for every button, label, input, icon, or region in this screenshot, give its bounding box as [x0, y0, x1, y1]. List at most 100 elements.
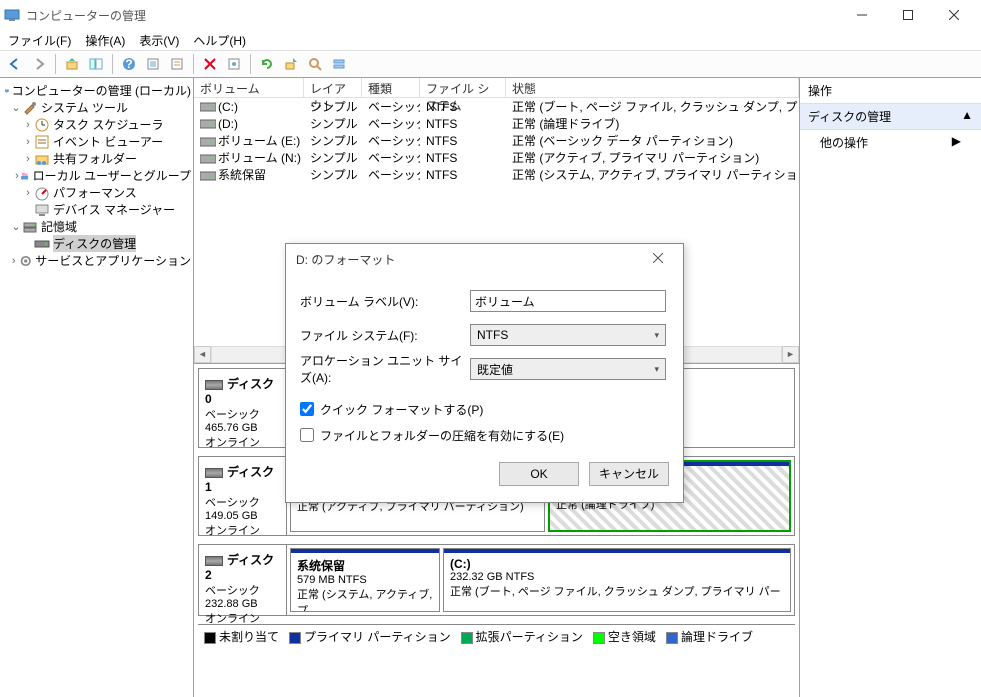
- tree-event-viewer[interactable]: › イベント ビューアー: [2, 133, 191, 150]
- users-icon: [20, 168, 29, 184]
- chevron-right-icon: ▶: [952, 134, 961, 151]
- legend: 未割り当て プライマリ パーティション 拡張パーティション 空き領域 論理ドライ…: [198, 624, 795, 648]
- col-volume[interactable]: ボリューム: [194, 78, 304, 97]
- svg-text:?: ?: [125, 57, 132, 71]
- find-button[interactable]: [304, 53, 326, 75]
- filesystem-label: ファイル システム(F):: [300, 327, 470, 344]
- disk-icon: [205, 380, 223, 390]
- tree-root[interactable]: コンピューターの管理 (ローカル): [2, 82, 191, 99]
- menu-file[interactable]: ファイル(F): [8, 32, 71, 49]
- delete-button[interactable]: [199, 53, 221, 75]
- dialog-title: D: のフォーマット: [296, 251, 643, 268]
- list-button[interactable]: [166, 53, 188, 75]
- volume-label-label: ボリューム ラベル(V):: [300, 293, 470, 310]
- col-fs[interactable]: ファイル システム: [420, 78, 506, 97]
- properties-button[interactable]: [142, 53, 164, 75]
- tree-performance[interactable]: › パフォーマンス: [2, 184, 191, 201]
- collapse-icon: ▲: [961, 108, 973, 125]
- up-button[interactable]: [61, 53, 83, 75]
- legend-extended: 拡張パーティション: [461, 628, 583, 645]
- disk-mgmt-icon: [34, 236, 50, 252]
- menu-action[interactable]: 操作(A): [85, 32, 125, 49]
- legend-unallocated: 未割り当て: [204, 628, 279, 645]
- window-title: コンピューターの管理: [26, 7, 839, 24]
- col-layout[interactable]: レイアウト: [304, 78, 362, 97]
- chevron-down-icon: ▾: [654, 364, 659, 375]
- scroll-left-arrow[interactable]: ◄: [194, 346, 211, 363]
- tree-services-apps[interactable]: › サービスとアプリケーション: [2, 252, 191, 269]
- menu-bar: ファイル(F) 操作(A) 表示(V) ヘルプ(H): [0, 30, 981, 50]
- back-button[interactable]: [4, 53, 26, 75]
- close-button[interactable]: [931, 0, 977, 30]
- volume-row[interactable]: (C:)シンプルベーシックNTFS正常 (ブート, ページ ファイル, クラッシ…: [194, 98, 799, 115]
- tree-storage[interactable]: ⌄ 記憶域: [2, 218, 191, 235]
- title-bar: コンピューターの管理: [0, 0, 981, 30]
- legend-logical: 論理ドライブ: [666, 628, 753, 645]
- tools-icon: [22, 100, 38, 116]
- view-button[interactable]: [328, 53, 350, 75]
- dialog-titlebar: D: のフォーマット: [286, 244, 683, 274]
- volume-row[interactable]: (D:)シンプルベーシックNTFS正常 (論理ドライブ): [194, 115, 799, 132]
- export-button[interactable]: [280, 53, 302, 75]
- actions-item[interactable]: 他の操作 ▶: [800, 130, 981, 155]
- refresh-button[interactable]: [256, 53, 278, 75]
- quick-format-label: クイック フォーマットする(P): [320, 401, 483, 418]
- tree-shared-folders[interactable]: › 共有フォルダー: [2, 150, 191, 167]
- disk-block: ディスク 2 ベーシック 232.88 GB オンライン 系统保留 579 MB…: [198, 544, 795, 616]
- show-hide-tree-button[interactable]: [85, 53, 107, 75]
- col-type[interactable]: 種類: [362, 78, 420, 97]
- disk-icon: [205, 556, 223, 566]
- maximize-button[interactable]: [885, 0, 931, 30]
- event-icon: [34, 134, 50, 150]
- device-icon: [34, 202, 50, 218]
- chevron-down-icon: ▾: [654, 330, 659, 341]
- menu-help[interactable]: ヘルプ(H): [193, 32, 246, 49]
- compress-checkbox[interactable]: [300, 428, 314, 442]
- performance-icon: [34, 185, 50, 201]
- volume-label-input[interactable]: [470, 290, 666, 312]
- menu-view[interactable]: 表示(V): [139, 32, 179, 49]
- forward-button[interactable]: [28, 53, 50, 75]
- scroll-right-arrow[interactable]: ►: [782, 346, 799, 363]
- toolbar: ?: [0, 50, 981, 78]
- allocation-label: アロケーション ユニット サイズ(A):: [300, 352, 470, 386]
- filesystem-select[interactable]: NTFS▾: [470, 324, 666, 346]
- volume-list-header: ボリューム レイアウト 種類 ファイル システム 状態: [194, 78, 799, 98]
- disk-label[interactable]: ディスク 1 ベーシック 149.05 GB オンライン: [199, 457, 287, 535]
- format-dialog: D: のフォーマット ボリューム ラベル(V): ファイル システム(F): N…: [285, 243, 684, 503]
- volume-icon: [200, 136, 216, 148]
- volume-row[interactable]: ボリューム (E:)シンプルベーシックNTFS正常 (ベーシック データ パーテ…: [194, 132, 799, 149]
- legend-free: 空き領域: [593, 628, 656, 645]
- volume-icon: [200, 153, 216, 165]
- tree-pane: コンピューターの管理 (ローカル) ⌄ システム ツール › タスク スケジュー…: [0, 78, 194, 697]
- settings-button[interactable]: [223, 53, 245, 75]
- legend-primary: プライマリ パーティション: [289, 628, 451, 645]
- tree-disk-management[interactable]: ディスクの管理: [2, 235, 191, 252]
- quick-format-checkbox[interactable]: [300, 402, 314, 416]
- actions-pane: 操作 ディスクの管理 ▲ 他の操作 ▶: [799, 78, 981, 697]
- disk-label[interactable]: ディスク 2 ベーシック 232.88 GB オンライン: [199, 545, 287, 615]
- disk-label[interactable]: ディスク 0 ベーシック 465.76 GB オンライン: [199, 369, 287, 447]
- volume-row[interactable]: 系統保留シンプルベーシックNTFS正常 (システム, アクティブ, プライマリ …: [194, 166, 799, 183]
- services-icon: [19, 253, 32, 269]
- cancel-button[interactable]: キャンセル: [589, 462, 669, 486]
- partition[interactable]: (C:) 232.32 GB NTFS 正常 (ブート, ページ ファイル, ク…: [443, 548, 791, 612]
- help-button[interactable]: ?: [118, 53, 140, 75]
- tree-device-manager[interactable]: デバイス マネージャー: [2, 201, 191, 218]
- tree-system-tools[interactable]: ⌄ システム ツール: [2, 99, 191, 116]
- tree-local-users[interactable]: › ローカル ユーザーとグループ: [2, 167, 191, 184]
- tree-task-scheduler[interactable]: › タスク スケジューラ: [2, 116, 191, 133]
- disk-icon: [205, 468, 223, 478]
- dialog-close-button[interactable]: [643, 252, 673, 266]
- actions-header: 操作: [800, 78, 981, 104]
- col-status[interactable]: 状態: [506, 78, 799, 97]
- ok-button[interactable]: OK: [499, 462, 579, 486]
- app-icon: [4, 7, 20, 23]
- volume-row[interactable]: ボリューム (N:)シンプルベーシックNTFS正常 (アクティブ, プライマリ …: [194, 149, 799, 166]
- volume-icon: [200, 101, 216, 113]
- partition[interactable]: 系统保留 579 MB NTFS 正常 (システム, アクティブ, プ: [290, 548, 440, 612]
- allocation-select[interactable]: 既定値▾: [470, 358, 666, 380]
- actions-category[interactable]: ディスクの管理 ▲: [800, 104, 981, 130]
- minimize-button[interactable]: [839, 0, 885, 30]
- computer-icon: [5, 83, 9, 99]
